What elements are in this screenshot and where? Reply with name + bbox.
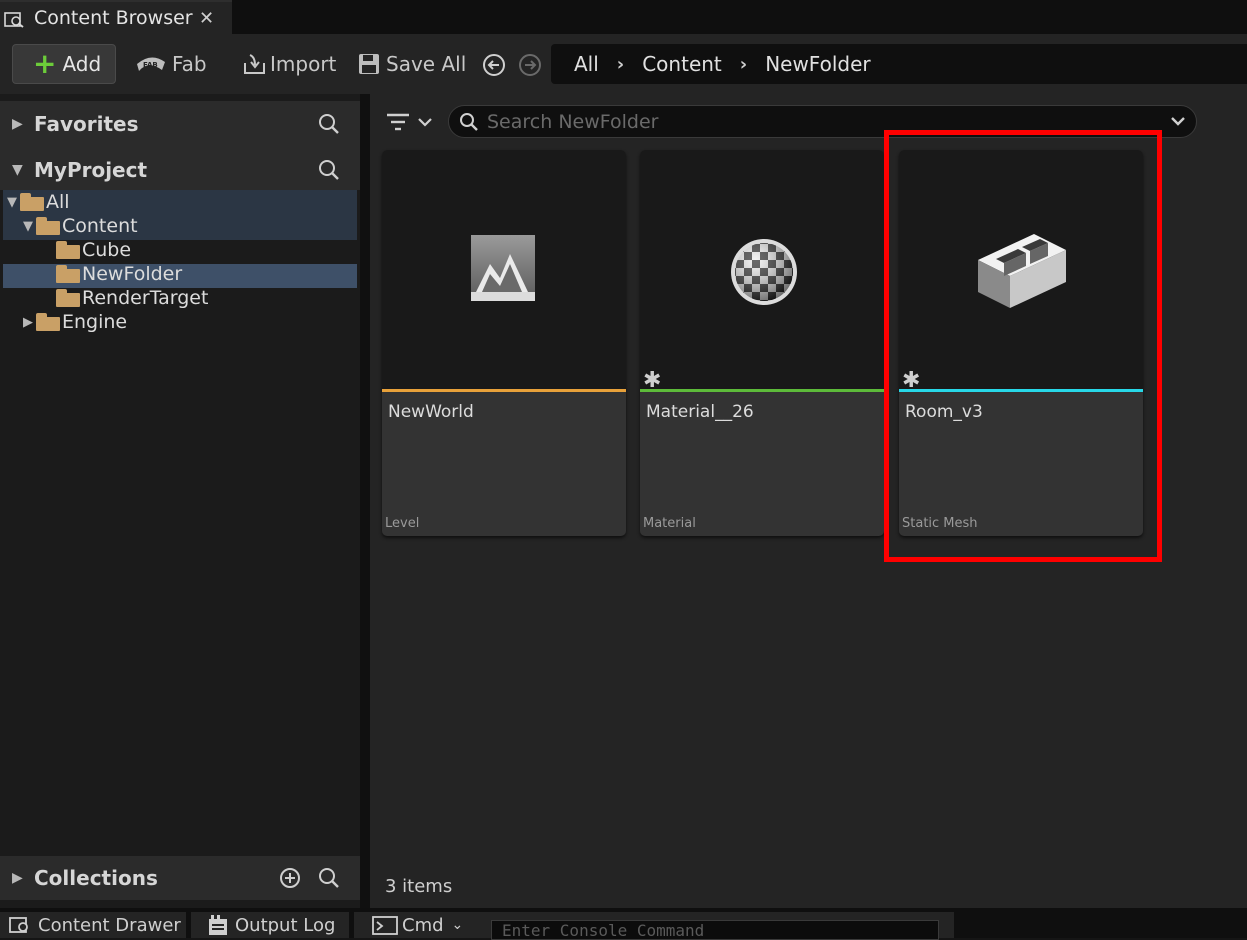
asset-type-color-bar <box>382 389 626 392</box>
tree-item-cube[interactable]: Cube <box>56 238 131 262</box>
import-icon <box>244 54 265 74</box>
tree-item-content[interactable]: ▼ Content <box>20 214 138 238</box>
breadcrumb-item-newfolder[interactable]: NewFolder <box>765 52 870 76</box>
search-icon[interactable] <box>318 159 340 181</box>
tree-item-newfolder[interactable]: NewFolder <box>56 262 182 286</box>
asset-tile-material[interactable]: ✱ Material__26 Material <box>640 150 884 536</box>
folder-icon <box>56 241 80 259</box>
tree-item-label: Cube <box>82 239 132 261</box>
tree-item-all[interactable]: ▼ All <box>4 190 70 214</box>
material-icon <box>731 239 797 305</box>
folder-open-icon <box>20 193 44 211</box>
fab-button[interactable]: FAB Fab <box>134 44 207 84</box>
add-collection-icon[interactable] <box>279 867 301 889</box>
svg-text:FAB: FAB <box>143 61 158 69</box>
forward-arrow-icon[interactable] <box>518 53 542 77</box>
title-bar: Content Browser ✕ <box>0 0 1247 34</box>
output-log-button[interactable]: Output Log <box>191 912 349 938</box>
asset-type-color-bar <box>640 389 884 392</box>
asset-name: Material__26 <box>646 402 754 422</box>
item-count: 3 items <box>385 876 453 897</box>
folder-icon <box>56 265 80 283</box>
content-browser-tab[interactable]: Content Browser ✕ <box>0 0 232 34</box>
folder-icon <box>36 313 60 331</box>
folder-tree: ▼ All ▼ Content Cube NewFolder RenderTar… <box>0 190 360 850</box>
collections-header[interactable]: ▶ Collections <box>0 856 360 900</box>
favorites-label: Favorites <box>34 112 139 136</box>
add-button[interactable]: + Add <box>12 44 116 84</box>
save-all-button[interactable]: Save All <box>358 44 466 84</box>
tree-item-label: Content <box>62 215 138 237</box>
search-icon <box>460 113 478 131</box>
folder-open-icon <box>36 217 60 235</box>
chevron-right-icon[interactable]: › <box>617 54 624 75</box>
terminal-icon <box>372 916 398 935</box>
collapse-arrow-icon[interactable]: ▼ <box>4 195 20 210</box>
panel-splitter[interactable] <box>360 94 370 908</box>
tree-item-label: NewFolder <box>82 263 183 285</box>
content-drawer-icon <box>9 917 28 933</box>
collapse-arrow-icon[interactable]: ▼ <box>20 219 36 234</box>
sources-panel: ▶ Favorites ▼ MyProject ▼ All ▼ Content <box>0 94 360 908</box>
collections-label: Collections <box>34 866 158 890</box>
breadcrumb-item-content[interactable]: Content <box>642 52 722 76</box>
asset-thumbnail: ✱ <box>640 150 884 393</box>
collapse-arrow-icon[interactable]: ▼ <box>12 162 23 178</box>
back-arrow-icon[interactable] <box>482 53 506 77</box>
fab-label: Fab <box>172 52 207 76</box>
breadcrumb-item-all[interactable]: All <box>574 52 599 76</box>
status-bar: Content Drawer Output Log Cmd ⌄ <box>0 908 1247 940</box>
import-label: Import <box>270 52 337 76</box>
search-icon[interactable] <box>318 867 340 889</box>
chevron-down-icon[interactable] <box>1169 112 1187 130</box>
tree-item-label: RenderTarget <box>82 287 209 309</box>
close-tab-icon[interactable]: ✕ <box>199 8 214 29</box>
chevron-down-icon[interactable]: ⌄ <box>452 917 464 933</box>
import-button[interactable]: Import <box>242 44 336 84</box>
asset-tile-newworld[interactable]: NewWorld Level <box>382 150 626 536</box>
expand-arrow-icon[interactable]: ▶ <box>20 315 36 330</box>
content-browser-icon <box>4 12 24 28</box>
expand-arrow-icon[interactable]: ▶ <box>12 870 23 886</box>
console-command-input[interactable] <box>491 920 939 940</box>
cmd-label[interactable]: Cmd <box>402 915 444 936</box>
level-icon <box>471 235 535 301</box>
fab-icon: FAB <box>137 57 165 71</box>
chevron-right-icon[interactable]: › <box>740 54 747 75</box>
tab-title: Content Browser <box>34 7 193 29</box>
asset-name: NewWorld <box>388 402 474 422</box>
tree-item-rendertarget[interactable]: RenderTarget <box>56 286 208 310</box>
output-log-label: Output Log <box>235 914 336 936</box>
breadcrumb: All › Content › NewFolder <box>551 44 1247 84</box>
tree-item-label: Engine <box>62 311 128 333</box>
tree-item-label: All <box>46 191 70 213</box>
content-drawer-label: Content Drawer <box>38 914 181 936</box>
toolbar: + Add FAB Fab Import Save All All › Cont… <box>0 34 1247 94</box>
save-icon <box>359 54 379 74</box>
save-all-label: Save All <box>386 52 467 76</box>
output-log-icon <box>209 915 227 935</box>
filter-icon[interactable] <box>385 110 435 136</box>
content-drawer-button[interactable]: Content Drawer <box>0 912 186 938</box>
asset-thumbnail <box>382 150 626 390</box>
folder-icon <box>56 289 80 307</box>
highlight-box <box>884 130 1162 562</box>
asset-type: Level <box>385 516 420 531</box>
favorites-header[interactable]: ▶ Favorites <box>0 101 360 147</box>
project-label: MyProject <box>34 158 148 182</box>
plus-icon: + <box>33 47 57 80</box>
asset-type: Material <box>643 516 696 531</box>
tree-item-engine[interactable]: ▶ Engine <box>20 310 127 334</box>
add-label: Add <box>62 52 102 76</box>
project-header[interactable]: ▼ MyProject <box>0 147 360 193</box>
search-icon[interactable] <box>318 113 340 135</box>
expand-arrow-icon[interactable]: ▶ <box>12 116 23 132</box>
